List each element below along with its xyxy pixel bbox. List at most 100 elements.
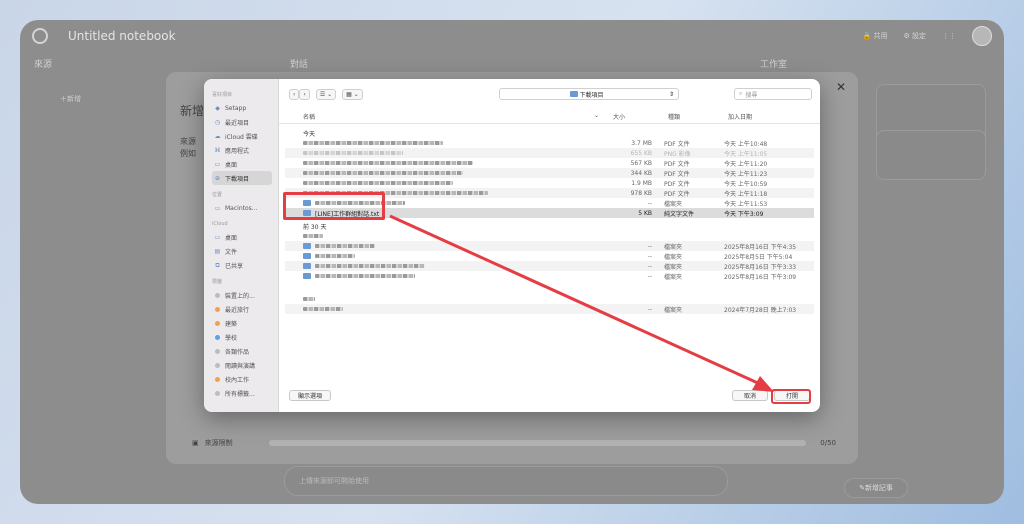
sidebar-item-iCloud 雲碟[interactable]: ☁ iCloud 雲碟 — [212, 129, 272, 143]
forward-button[interactable]: › — [299, 88, 310, 100]
sidebar-tag-label: 各類作品 — [225, 348, 250, 356]
file-size: 3.7 MB — [631, 139, 652, 147]
file-size: 655 KB — [630, 149, 652, 157]
redacted-name — [303, 141, 443, 145]
sidebar-item-文件[interactable]: ▤ 文件 — [212, 244, 272, 258]
file-row[interactable] — [285, 294, 814, 304]
sidebar-tag-裝置上的...[interactable]: 裝置上的... — [212, 288, 272, 302]
folder-icon — [569, 90, 578, 97]
file-kind: PDF 文件 — [664, 170, 690, 178]
file-date: 2025年8月16日 下午3:09 — [724, 273, 797, 281]
file-row[interactable]: -- 檔案夾 2025年8月16日 下午4:35 — [285, 241, 814, 251]
sidebar-item-Setapp[interactable]: ◆ Setapp — [212, 101, 272, 115]
file-row[interactable]: -- 檔案夾 2025年8月5日 下午5:04 — [285, 251, 814, 261]
finder-sidebar: 喜好項目 ◆ Setapp ◷ 最近項目 ☁ iCloud 雲碟 ⌘ 應用程式 ▭ 桌面 ⊕ 下載項目位… — [204, 79, 279, 412]
file-row[interactable]: 344 KB PDF 文件 今天 上午11:23 — [285, 168, 814, 178]
redacted-name — [303, 307, 343, 311]
new-note-button[interactable]: ✎ 新增記事 — [844, 478, 908, 498]
sidebar-tag-建築[interactable]: 建築 — [212, 316, 272, 330]
sidebar-tag-校內工作[interactable]: 校內工作 — [212, 372, 272, 386]
file-date: 今天 上午11:18 — [724, 190, 768, 198]
chevron-updown-icon: ⇕ — [668, 90, 674, 98]
share-button[interactable]: 🔒 共用 — [863, 31, 888, 41]
file-row[interactable]: 1.9 MB PDF 文件 今天 上午10:59 — [285, 178, 814, 188]
file-row[interactable]: 3.7 MB PDF 文件 今天 上午10:48 — [285, 138, 814, 148]
sidebar-item-label: Macintos... — [225, 204, 258, 212]
file-kind: PDF 文件 — [664, 160, 690, 168]
redacted-name — [315, 274, 415, 278]
tag-color-dot — [215, 362, 220, 368]
sidebar-item-桌面[interactable]: ▭ 桌面 — [212, 230, 272, 244]
source-limit: ▣ 來源限制 0/50 — [192, 438, 836, 448]
sidebar-item-最近項目[interactable]: ◷ 最近項目 — [212, 115, 272, 129]
file-size: -- — [647, 272, 652, 280]
app-header: Untitled notebook 🔒 共用 ⚙ 設定 ⋮⋮ — [20, 20, 1004, 52]
tag-color-dot — [215, 320, 220, 326]
file-size: -- — [647, 252, 652, 260]
file-kind: PNG 影像 — [664, 150, 691, 158]
show-options-button[interactable]: 顯示選項 — [289, 389, 331, 401]
file-kind: 檔案夾 — [664, 200, 683, 208]
sidebar-item-label: Setapp — [225, 104, 247, 112]
group-label: 前 30 天 — [303, 223, 327, 231]
sidebar-item-Macintos...[interactable]: ▭ Macintos... — [212, 201, 272, 215]
file-size: 978 KB — [630, 189, 652, 197]
settings-button[interactable]: ⚙ 設定 — [903, 31, 926, 41]
file-kind: PDF 文件 — [664, 190, 690, 198]
sidebar-item-label: 桌面 — [225, 161, 238, 169]
file-date: 今天 上午10:48 — [724, 140, 768, 148]
file-size: 1.9 MB — [631, 179, 652, 187]
search-input[interactable]: ⌕ 搜尋 — [734, 88, 812, 100]
modal-heading: 新增 — [180, 104, 205, 118]
sidebar-item-已共享[interactable]: ⧉ 已共享 — [212, 258, 272, 272]
sidebar-tag-各類作品[interactable]: 各類作品 — [212, 344, 272, 358]
tag-color-dot — [215, 306, 220, 312]
list-view-button[interactable]: ☰ ⌄ — [315, 88, 337, 100]
desktop-icon: ▭ — [214, 160, 221, 168]
file-name — [285, 273, 605, 279]
sidebar-tag-閱讀與演講[interactable]: 閱讀與演講 — [212, 358, 272, 372]
file-row[interactable] — [285, 231, 814, 241]
file-row[interactable]: 567 KB PDF 文件 今天 上午11:20 — [285, 158, 814, 168]
apps-grid-icon[interactable]: ⋮⋮ — [942, 32, 956, 40]
tag-color-dot — [215, 334, 220, 340]
sidebar-tag-所有標籤...[interactable]: 所有標籤... — [212, 386, 272, 400]
sidebar-item-應用程式[interactable]: ⌘ 應用程式 — [212, 143, 272, 157]
add-source-button[interactable]: ＋ 新增 — [60, 90, 81, 108]
sidebar-item-桌面[interactable]: ▭ 桌面 — [212, 157, 272, 171]
col-kind[interactable]: 種類 — [664, 112, 724, 123]
file-row[interactable]: -- 檔案夾 2025年8月16日 下午3:09 — [285, 271, 814, 281]
avatar[interactable] — [972, 26, 992, 46]
desktop-icon: ▭ — [214, 233, 221, 241]
sidebar-item-下載項目[interactable]: ⊕ 下載項目 — [212, 171, 272, 185]
sidebar-tag-最近旅行[interactable]: 最近旅行 — [212, 302, 272, 316]
file-size: -- — [647, 242, 652, 250]
sidebar-tag-學校[interactable]: 學校 — [212, 330, 272, 344]
back-button[interactable]: ‹ — [289, 88, 300, 100]
redacted-name — [315, 254, 355, 258]
download-icon: ⊕ — [214, 174, 221, 182]
file-row[interactable]: 655 KB PNG 影像 今天 上午11:05 — [285, 148, 814, 158]
notebook-title[interactable]: Untitled notebook — [68, 29, 176, 43]
sidebar-tag-label: 所有標籤... — [225, 390, 255, 398]
sidebar-section-label: 位置 — [212, 192, 223, 198]
col-name[interactable]: 名稱 ⌄ — [279, 112, 609, 123]
cancel-button[interactable]: 取消 — [732, 389, 768, 401]
grid-view-button[interactable]: ▦ ⌄ — [342, 88, 363, 100]
col-date[interactable]: 加入日期 — [724, 112, 814, 123]
disk-icon: ▭ — [214, 204, 221, 212]
file-row[interactable]: -- 檔案夾 2025年8月16日 下午3:33 — [285, 261, 814, 271]
location-popup[interactable]: 下載項目 ⇕ — [499, 88, 679, 100]
file-row[interactable]: -- 檔案夾 2024年7月28日 晚上7:03 — [285, 304, 814, 314]
file-name — [285, 141, 605, 145]
redacted-name — [303, 171, 463, 175]
close-icon[interactable]: ✕ — [836, 80, 846, 94]
sidebar-section-label: 標籤 — [212, 279, 223, 285]
chat-input[interactable]: 上傳來源即可開始使用 — [284, 466, 728, 496]
sidebar-tag-label: 最近旅行 — [225, 306, 250, 314]
folder-icon — [303, 263, 311, 269]
apps-icon: ⌘ — [214, 146, 221, 154]
redacted-name — [303, 297, 315, 301]
col-size[interactable]: 大小 — [609, 112, 664, 123]
redacted-name — [315, 244, 375, 248]
